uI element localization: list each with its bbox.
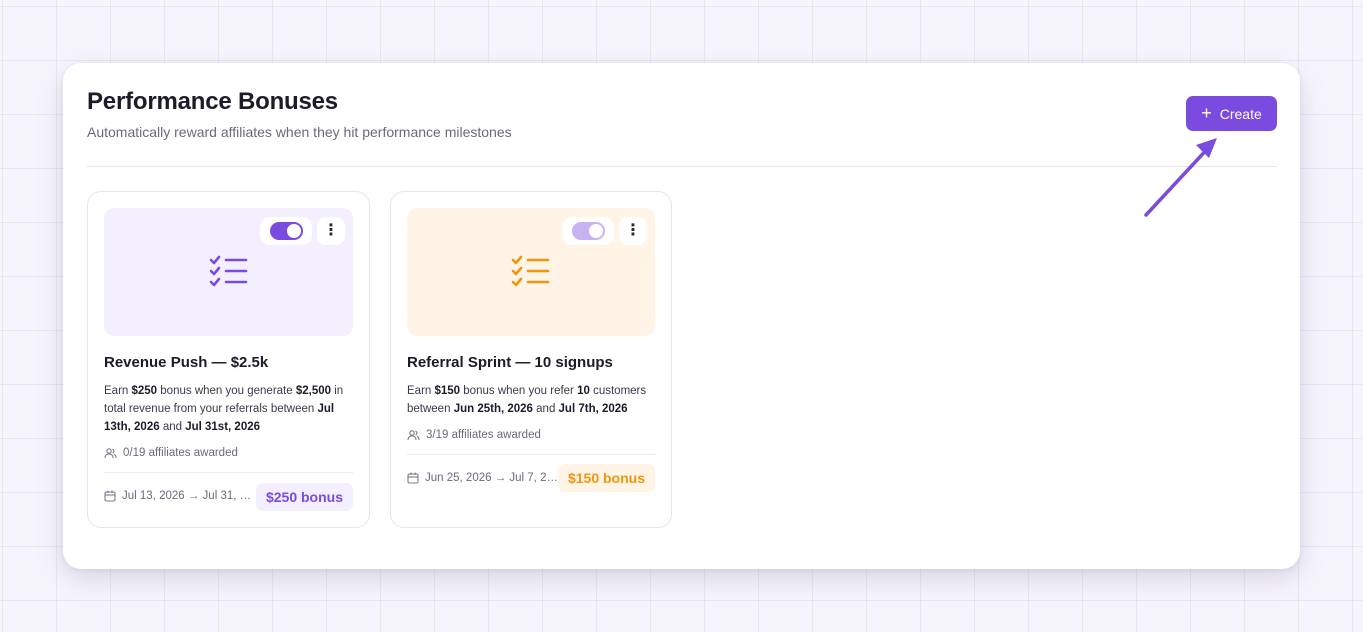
plus-icon: + — [1201, 102, 1212, 123]
awarded-count: 3/19 affiliates awarded — [407, 429, 541, 441]
bonus-badge: $150 bonus — [557, 464, 655, 492]
card-description: Earn $250 bonus when you generate $2,500… — [104, 385, 344, 433]
toggle-switch[interactable] — [571, 222, 605, 240]
toggle-knob — [286, 224, 301, 238]
calendar-icon — [407, 472, 419, 484]
users-icon — [407, 430, 420, 441]
toggle-knob — [588, 224, 603, 238]
card-hero: ⋮ — [407, 208, 655, 336]
enable-toggle[interactable] — [260, 217, 312, 245]
create-button[interactable]: + Create — [1186, 96, 1277, 131]
date-range: Jun 25, 2026 → Jul 7, 2026 — [407, 472, 563, 484]
more-options-button[interactable]: ⋮ — [619, 217, 647, 245]
calendar-icon — [104, 490, 116, 502]
create-button-label: Create — [1219, 105, 1262, 122]
more-options-button[interactable]: ⋮ — [317, 217, 345, 245]
panel-header: Performance Bonuses Automatically reward… — [87, 63, 1277, 167]
arrow-annotation-icon — [1144, 138, 1217, 217]
bonus-card[interactable]: ⋮ Referral Sprint — 10 signups Earn $150… — [390, 191, 672, 528]
checklist-icon — [209, 255, 247, 287]
bonus-badge: $250 bonus — [255, 483, 353, 511]
awarded-text: 0/19 affiliates awarded — [123, 447, 238, 459]
date-range: Jul 13, 2026 → Jul 31, 2026 — [104, 490, 252, 502]
bonus-card[interactable]: ⋮ Revenue Push — $2.5k Earn $250 bonus w… — [87, 191, 370, 528]
card-description: Earn $150 bonus when you refer 10 custom… — [407, 385, 647, 415]
awarded-count: 0/19 affiliates awarded — [104, 447, 238, 459]
card-hero: ⋮ — [104, 208, 353, 336]
page-title: Performance Bonuses — [87, 88, 338, 115]
date-range-text: Jun 25, 2026 → Jul 7, 2026 — [425, 472, 563, 484]
divider — [407, 454, 655, 455]
awarded-text: 3/19 affiliates awarded — [426, 429, 541, 441]
card-title: Referral Sprint — 10 signups — [407, 354, 613, 371]
kebab-menu-icon: ⋮ — [625, 222, 641, 239]
date-range-text: Jul 13, 2026 → Jul 31, 2026 — [122, 490, 252, 502]
users-icon — [104, 448, 117, 459]
checklist-icon — [511, 255, 550, 287]
divider — [104, 472, 353, 473]
card-title: Revenue Push — $2.5k — [104, 354, 269, 371]
performance-bonuses-panel: Performance Bonuses Automatically reward… — [63, 63, 1300, 569]
toggle-switch[interactable] — [269, 222, 303, 240]
enable-toggle[interactable] — [562, 217, 614, 245]
kebab-menu-icon: ⋮ — [323, 222, 339, 239]
page-subtitle: Automatically reward affiliates when the… — [87, 124, 512, 140]
